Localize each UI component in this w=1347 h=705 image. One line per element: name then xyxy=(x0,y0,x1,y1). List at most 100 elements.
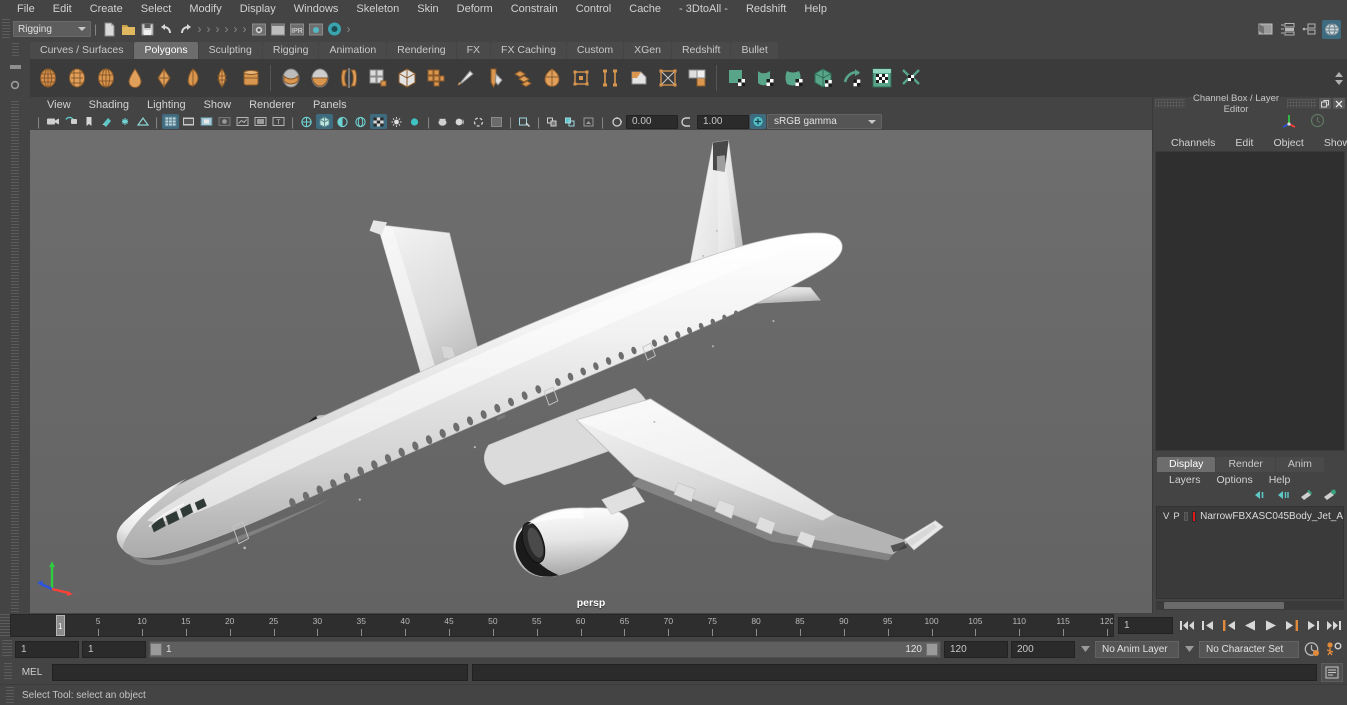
command-language-label[interactable]: MEL xyxy=(16,667,48,678)
list-item[interactable]: V P NarrowFBXASC045Body_Jet_A xyxy=(1157,509,1343,524)
menu-create[interactable]: Create xyxy=(81,0,132,18)
shelf-tab-fx-caching[interactable]: FX Caching xyxy=(491,42,566,59)
clock-icon[interactable] xyxy=(1310,113,1325,131)
shelf-tab-sculpting[interactable]: Sculpting xyxy=(198,42,262,59)
axis-manipulator-icon[interactable] xyxy=(1281,112,1298,132)
viewport-menu-shading[interactable]: Shading xyxy=(80,97,138,113)
range-slider[interactable]: 1 120 xyxy=(149,640,941,658)
menu-redshift[interactable]: Redshift xyxy=(737,0,795,18)
auto-keyframe-icon[interactable] xyxy=(1302,640,1321,659)
display-layer-list[interactable]: V P NarrowFBXASC045Body_Jet_A xyxy=(1156,506,1344,599)
shelf-tab-redshift[interactable]: Redshift xyxy=(671,42,731,59)
viewport-menu-show[interactable]: Show xyxy=(195,97,241,113)
viewport-menu-lighting[interactable]: Lighting xyxy=(138,97,195,113)
animation-start-field[interactable]: 1 xyxy=(15,640,79,658)
poly-torus-icon[interactable] xyxy=(150,63,177,93)
current-frame-field[interactable]: 1 xyxy=(1118,617,1173,634)
film-gate-icon[interactable] xyxy=(180,114,197,129)
playback-start-field[interactable]: 1 xyxy=(82,640,146,658)
undock-icon[interactable] xyxy=(1319,98,1331,109)
step-back-frame-icon[interactable] xyxy=(1219,616,1238,635)
uv-automatic-icon[interactable] xyxy=(810,63,837,93)
render-current-frame-icon[interactable] xyxy=(249,20,268,38)
image-plane-icon[interactable] xyxy=(80,114,97,129)
menu-file[interactable]: File xyxy=(8,0,44,18)
color-profile-selector[interactable]: sRGB gamma xyxy=(767,114,882,129)
menu-windows[interactable]: Windows xyxy=(285,0,348,18)
anim-layer-dropdown-arrow[interactable] xyxy=(1078,641,1092,658)
scrollbar-thumb[interactable] xyxy=(1164,602,1284,609)
use-all-lights-icon[interactable] xyxy=(370,114,387,129)
outliner-persp-layout-icon[interactable] xyxy=(1322,19,1341,39)
shelf-tab-custom[interactable]: Custom xyxy=(566,42,624,59)
viewport-extra-icon[interactable] xyxy=(580,114,597,129)
poly-fill-hole-icon[interactable] xyxy=(654,63,681,93)
step-forward-frame-icon[interactable] xyxy=(1282,616,1301,635)
new-scene-icon[interactable] xyxy=(100,20,119,38)
poly-merge-icon[interactable] xyxy=(509,63,536,93)
uv-editor-icon[interactable] xyxy=(868,63,895,93)
viewport-menu-renderer[interactable]: Renderer xyxy=(240,97,304,113)
undo-icon[interactable] xyxy=(157,20,176,38)
shelf-scroll-arrows[interactable] xyxy=(1331,61,1347,95)
channel-box-menu-edit[interactable]: Edit xyxy=(1225,137,1263,149)
shelf-tab-rendering[interactable]: Rendering xyxy=(387,42,456,59)
two-pane-layout-icon[interactable] xyxy=(1278,20,1297,39)
layer-prev-icon[interactable] xyxy=(1253,489,1268,504)
texture-icon[interactable] xyxy=(352,114,369,129)
go-to-end-icon[interactable] xyxy=(1324,616,1343,635)
layer-next-icon[interactable] xyxy=(1276,489,1291,504)
layer-menu-layers[interactable]: Layers xyxy=(1161,474,1209,486)
channel-box-menu-show[interactable]: Show xyxy=(1314,137,1347,149)
poly-target-weld-icon[interactable] xyxy=(683,63,710,93)
menu-skeleton[interactable]: Skeleton xyxy=(347,0,408,18)
poly-smooth-icon[interactable] xyxy=(393,63,420,93)
uv-spherical-icon[interactable] xyxy=(781,63,808,93)
layer-menu-options[interactable]: Options xyxy=(1209,474,1261,486)
uv-cylindrical-icon[interactable] xyxy=(752,63,779,93)
time-slider-ruler[interactable]: 1 5 10 15 20 25 30 35 40 45 50 55 60 65 70 75 80 85 90 95 1… xyxy=(10,614,1114,637)
shelf-options-icon[interactable] xyxy=(9,79,21,94)
play-forwards-icon[interactable] xyxy=(1261,616,1280,635)
layer-tab-anim[interactable]: Anim xyxy=(1275,457,1324,472)
group-sep-1[interactable]: › xyxy=(195,22,204,36)
depth-of-field-icon[interactable] xyxy=(470,114,487,129)
shelf-grip[interactable] xyxy=(11,42,19,57)
uv-planar-icon[interactable] xyxy=(723,63,750,93)
animation-end-field[interactable]: 200 xyxy=(1011,640,1075,658)
three-pane-layout-icon[interactable] xyxy=(1300,20,1319,39)
menu-control[interactable]: Control xyxy=(567,0,620,18)
range-row-grip[interactable] xyxy=(2,640,12,658)
gate-mask-icon[interactable] xyxy=(216,114,233,129)
poly-append-icon[interactable] xyxy=(625,63,652,93)
dock-grip-left[interactable] xyxy=(1155,99,1185,108)
channel-box-menu-channels[interactable]: Channels xyxy=(1161,137,1225,149)
close-icon[interactable] xyxy=(1333,98,1345,109)
step-forward-keyframe-icon[interactable] xyxy=(1303,616,1322,635)
go-to-start-icon[interactable] xyxy=(1177,616,1196,635)
menu-display[interactable]: Display xyxy=(231,0,285,18)
menu-modify[interactable]: Modify xyxy=(180,0,230,18)
script-editor-icon[interactable] xyxy=(1321,662,1343,682)
menu-help[interactable]: Help xyxy=(795,0,836,18)
shelf-tab-xgen[interactable]: XGen xyxy=(624,42,671,59)
animation-preferences-icon[interactable] xyxy=(1324,640,1343,659)
menu-select[interactable]: Select xyxy=(132,0,181,18)
poly-reduce-icon[interactable] xyxy=(538,63,565,93)
open-scene-icon[interactable] xyxy=(119,20,138,38)
menu-edit[interactable]: Edit xyxy=(44,0,81,18)
group-sep-2[interactable]: › xyxy=(204,22,213,36)
group-sep-4[interactable]: › xyxy=(222,22,231,36)
save-scene-icon[interactable] xyxy=(138,20,157,38)
step-back-keyframe-icon[interactable] xyxy=(1198,616,1217,635)
hypershade-icon[interactable] xyxy=(306,20,325,38)
channel-box-attribute-list[interactable] xyxy=(1155,151,1345,451)
shelf-tab-animation[interactable]: Animation xyxy=(319,42,387,59)
poly-bridge-icon[interactable] xyxy=(596,63,623,93)
render-settings-icon[interactable]: IPR xyxy=(287,20,306,38)
poly-mirror-icon[interactable] xyxy=(335,63,362,93)
time-slider-grip[interactable] xyxy=(0,614,10,637)
group-sep-5[interactable]: › xyxy=(231,22,240,36)
play-backwards-icon[interactable] xyxy=(1240,616,1259,635)
ao-icon[interactable] xyxy=(134,114,151,129)
